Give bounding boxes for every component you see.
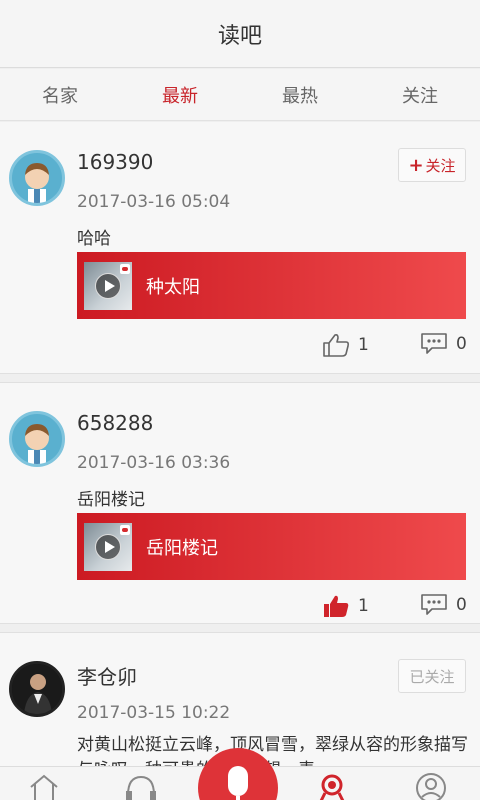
play-icon[interactable] (95, 533, 121, 560)
play-icon[interactable] (95, 272, 121, 299)
track-card[interactable]: 岳阳楼记 (77, 513, 466, 580)
avatar-icon (25, 424, 49, 464)
feed-list[interactable]: 169390 + 关注 2017-03-16 05:04 哈哈 种太阳 1 0 … (0, 122, 480, 766)
comment-button[interactable]: 0 (420, 593, 467, 617)
username[interactable]: 李仓卯 (77, 661, 137, 690)
post-date: 2017-03-16 05:04 (77, 192, 231, 212)
profile-icon (416, 773, 446, 800)
tab-latest[interactable]: 最新 (120, 69, 240, 120)
like-count: 1 (358, 335, 369, 355)
nav-listen[interactable] (124, 773, 158, 800)
track-title: 岳阳楼记 (146, 537, 218, 559)
comment-count: 0 (456, 595, 467, 615)
post-date: 2017-03-15 10:22 (77, 703, 231, 723)
avatar[interactable] (9, 411, 65, 467)
medal-icon (319, 774, 345, 800)
follow-label: 已关注 (409, 667, 455, 686)
like-button[interactable]: 1 (322, 332, 369, 358)
track-thumbnail (84, 261, 132, 310)
avatar-icon (25, 163, 49, 203)
track-thumbnail (84, 522, 132, 571)
plus-icon: + (408, 154, 424, 176)
track-title: 种太阳 (146, 276, 200, 298)
following-button[interactable]: 已关注 (398, 659, 466, 693)
thumb-up-outline-icon (323, 334, 350, 357)
thumb-up-filled-icon (324, 595, 349, 617)
tab-famous[interactable]: 名家 (0, 69, 120, 120)
username[interactable]: 169390 (77, 150, 153, 174)
tab-bar: 名家 最新 最热 关注 (0, 69, 480, 121)
tab-hot[interactable]: 最热 (240, 69, 360, 120)
like-button[interactable]: 1 (322, 593, 369, 619)
nav-medal[interactable] (316, 773, 348, 800)
list-item: 169390 + 关注 2017-03-16 05:04 哈哈 种太阳 1 0 (0, 122, 480, 374)
heart-badge-icon (120, 524, 130, 535)
avatar[interactable] (9, 150, 65, 206)
like-count: 1 (358, 596, 369, 616)
track-card[interactable]: 种太阳 (77, 252, 466, 319)
nav-profile[interactable] (414, 773, 448, 800)
mic-icon (228, 766, 248, 796)
comment-button[interactable]: 0 (420, 332, 467, 356)
follow-label: 关注 (425, 156, 456, 175)
home-icon (30, 774, 58, 800)
comment-count: 0 (456, 334, 467, 354)
headphones-icon (126, 775, 156, 800)
comment-icon (421, 594, 447, 615)
post-date: 2017-03-16 03:36 (77, 453, 231, 473)
list-item: 李仓卯 已关注 2017-03-15 10:22 对黄山松挺立云峰，顶风冒雪，翠… (0, 632, 480, 766)
follow-button[interactable]: + 关注 (398, 148, 466, 182)
title-bar: 读吧 (0, 0, 480, 68)
page-title: 读吧 (217, 23, 262, 49)
post-text: 对黄山松挺立云峰，顶风冒雪，翠绿从容的形象描写与咏叹，种可贵的人文思想，表 (77, 735, 468, 766)
avatar[interactable] (9, 661, 65, 717)
mic-stand (236, 796, 240, 800)
post-text: 哈哈 (77, 229, 111, 249)
app-root: 读吧 名家 最新 最热 关注 169390 + 关注 2017-03-16 05 (0, 0, 480, 800)
avatar-photo-icon (12, 664, 62, 714)
heart-badge-icon (120, 263, 130, 274)
nav-home[interactable] (28, 773, 60, 800)
username[interactable]: 658288 (77, 411, 153, 435)
comment-icon (421, 333, 447, 354)
list-item: 658288 2017-03-16 03:36 岳阳楼记 岳阳楼记 1 0 (0, 382, 480, 624)
post-text: 岳阳楼记 (77, 490, 145, 510)
tab-following[interactable]: 关注 (360, 69, 480, 120)
